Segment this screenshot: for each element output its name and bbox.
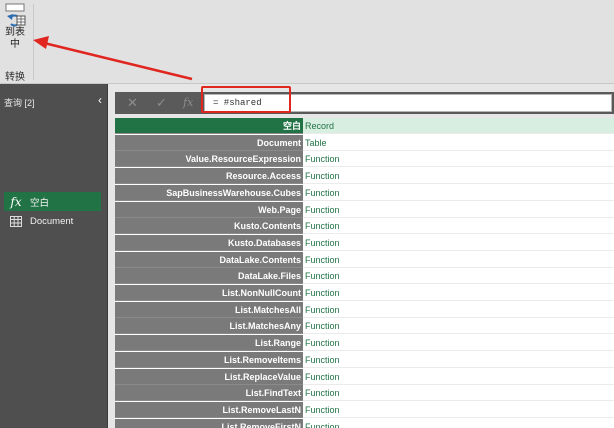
query-item-label: Document: [30, 216, 74, 227]
table-row[interactable]: List.Range Function: [115, 335, 614, 352]
row-value-cell[interactable]: Function: [303, 218, 614, 235]
row-value-cell[interactable]: Function: [303, 385, 614, 402]
table-row[interactable]: List.RemoveLastN Function: [115, 401, 614, 419]
table-row[interactable]: Value.ResourceExpression Function: [115, 151, 614, 168]
to-table-label-line2: 中: [10, 39, 20, 50]
row-name-cell[interactable]: Web.Page: [115, 201, 303, 218]
row-name-cell[interactable]: List.RemoveLastN: [115, 401, 303, 418]
to-table-icon: [5, 3, 26, 27]
row-name-cell[interactable]: List.RemoveItems: [115, 351, 303, 368]
row-name-cell[interactable]: Value.ResourceExpression: [115, 151, 303, 168]
table-row[interactable]: DataLake.Files Function: [115, 268, 614, 285]
row-name-cell[interactable]: List.FindText: [115, 385, 303, 402]
ribbon-group-label: 转换: [5, 72, 25, 83]
row-name-cell[interactable]: List.ReplaceValue: [115, 368, 303, 385]
table-icon: [8, 216, 24, 227]
row-value-cell[interactable]: Function: [303, 335, 614, 352]
to-table-label-line1: 到表: [5, 27, 25, 38]
row-name-cell[interactable]: SapBusinessWarehouse.Cubes: [115, 184, 303, 201]
table-row[interactable]: 空白 Record: [115, 118, 614, 135]
row-name-cell[interactable]: DataLake.Files: [115, 268, 303, 285]
row-value-cell[interactable]: Function: [303, 401, 614, 418]
row-name-cell[interactable]: List.NonNullCount: [115, 285, 303, 301]
queries-pane: 查询 [2] ‹ fx 空白 Document: [0, 84, 108, 428]
row-name-cell[interactable]: Kusto.Databases: [115, 234, 303, 251]
ribbon: 到表 中 转换: [0, 0, 614, 84]
row-value-cell[interactable]: Function: [303, 301, 614, 318]
row-value-cell[interactable]: Function: [303, 201, 614, 218]
formula-input[interactable]: = #shared: [204, 94, 612, 112]
row-value-cell[interactable]: Function: [303, 184, 614, 201]
table-row[interactable]: List.MatchesAny Function: [115, 318, 614, 335]
row-name-cell[interactable]: List.Range: [115, 335, 303, 352]
row-name-cell[interactable]: List.RemoveFirstN: [115, 418, 303, 428]
fx-icon[interactable]: fx: [183, 95, 193, 111]
table-row[interactable]: SapBusinessWarehouse.Cubes Function: [115, 184, 614, 202]
check-icon[interactable]: ✓: [156, 95, 167, 111]
query-item-blank[interactable]: fx 空白: [4, 192, 101, 211]
row-name-cell[interactable]: List.MatchesAll: [115, 301, 303, 318]
table-row[interactable]: Kusto.Databases Function: [115, 234, 614, 252]
row-name-cell[interactable]: Kusto.Contents: [115, 218, 303, 235]
data-grid: 空白 Record Document Table Value.ResourceExpre…: [115, 118, 614, 428]
table-row[interactable]: Resource.Access Function: [115, 168, 614, 185]
row-value-cell[interactable]: Function: [303, 318, 614, 335]
row-name-cell[interactable]: DataLake.Contents: [115, 251, 303, 268]
row-value-cell[interactable]: Function: [303, 151, 614, 168]
table-row[interactable]: List.RemoveFirstN Function: [115, 418, 614, 428]
table-row[interactable]: List.RemoveItems Function: [115, 351, 614, 369]
row-value-cell[interactable]: Function: [303, 251, 614, 268]
row-name-cell[interactable]: Document: [115, 134, 303, 151]
query-item-label: 空白: [30, 197, 50, 209]
ribbon-separator: [33, 4, 34, 80]
row-value-cell[interactable]: Function: [303, 234, 614, 251]
chevron-left-icon[interactable]: ‹: [98, 94, 102, 106]
row-name-cell[interactable]: 空白: [115, 118, 303, 134]
table-row[interactable]: List.NonNullCount Function: [115, 285, 614, 302]
cancel-icon[interactable]: ✕: [127, 95, 138, 111]
table-row[interactable]: List.FindText Function: [115, 385, 614, 402]
row-name-cell[interactable]: Resource.Access: [115, 168, 303, 185]
query-item-document[interactable]: Document: [4, 212, 101, 231]
query-count: [2]: [24, 98, 35, 108]
queries-pane-header: 查询 [2] ‹: [4, 94, 104, 108]
row-value-cell[interactable]: Record: [303, 118, 614, 134]
fx-icon: fx: [10, 194, 22, 209]
row-value-cell[interactable]: Function: [303, 285, 614, 301]
table-row[interactable]: List.ReplaceValue Function: [115, 368, 614, 386]
table-row[interactable]: DataLake.Contents Function: [115, 251, 614, 269]
row-name-cell[interactable]: List.MatchesAny: [115, 318, 303, 335]
to-table-button[interactable]: 到表 中: [2, 3, 28, 63]
table-row[interactable]: Document Table: [115, 134, 614, 152]
row-value-cell[interactable]: Function: [303, 368, 614, 385]
row-value-cell[interactable]: Function: [303, 168, 614, 185]
row-value-cell[interactable]: Table: [303, 134, 614, 151]
table-row[interactable]: List.MatchesAll Function: [115, 301, 614, 319]
queries-pane-title: 查询: [4, 98, 23, 108]
formula-bar: ✕ ✓ fx = #shared: [115, 92, 614, 114]
row-value-cell[interactable]: Function: [303, 351, 614, 368]
table-row[interactable]: Web.Page Function: [115, 201, 614, 219]
row-value-cell[interactable]: Function: [303, 418, 614, 428]
table-row[interactable]: Kusto.Contents Function: [115, 218, 614, 235]
row-value-cell[interactable]: Function: [303, 268, 614, 285]
